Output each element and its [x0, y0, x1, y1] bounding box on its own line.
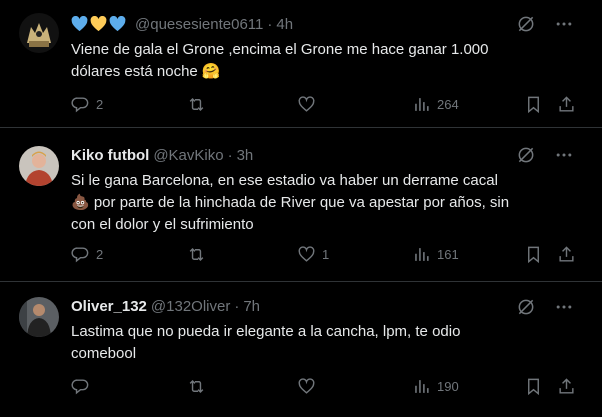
share-icon [559, 95, 574, 112]
avatar[interactable] [19, 297, 59, 337]
like-count: 1 [322, 246, 330, 262]
tweet-header: @quesesiente0611 · 4h [71, 14, 293, 34]
reply-button[interactable] [71, 376, 96, 396]
tweet-text-line: Viene de gala el Grone ,encima el Grone … [71, 41, 489, 58]
blue-heart-icon [71, 16, 88, 32]
retweet-icon [189, 247, 204, 261]
tweet[interactable]: @quesesiente0611 · 4h Viene de gala el G… [0, 0, 602, 128]
tweet-text-line: con el dolor y el sufrimiento [71, 216, 254, 233]
views-button[interactable]: 264 [412, 94, 459, 114]
tweet-text-line: comebool [71, 345, 137, 362]
tweet-text-line: dólares está noche 🤗 [71, 63, 221, 80]
blue-heart-icon [109, 16, 126, 32]
tweet-top-icons [516, 14, 574, 34]
view-count: 190 [437, 378, 459, 394]
reply-button[interactable]: 2 [71, 244, 103, 264]
like-button[interactable]: 1 [297, 244, 329, 264]
more-icon[interactable] [554, 14, 574, 34]
like-icon [298, 377, 315, 394]
tweet-top-icons [516, 297, 574, 317]
reply-feed: @quesesiente0611 · 4h Viene de gala el G… [0, 0, 602, 417]
bookmark-icon [528, 96, 539, 113]
share-icon [559, 377, 574, 394]
tweet-actions: 2 264 [71, 94, 581, 118]
tweet-text-line: 💩 por parte de la hinchada de River que … [71, 194, 510, 211]
tweet[interactable]: Kiko futbol @KavKiko · 3h Si le gana Bar… [0, 128, 602, 282]
grok-icon[interactable] [516, 145, 536, 165]
more-icon[interactable] [554, 297, 574, 317]
bookmark-button[interactable] [524, 244, 543, 264]
avatar[interactable] [19, 13, 59, 53]
retweet-icon [189, 97, 204, 111]
bookmark-button[interactable] [524, 94, 543, 114]
like-icon [298, 95, 315, 112]
timestamp[interactable]: 4h [276, 16, 293, 33]
retweet-button[interactable] [187, 244, 212, 264]
yellow-heart-icon [90, 16, 107, 32]
share-button[interactable] [557, 94, 576, 114]
tweet-actions: 2 1 161 [71, 244, 581, 268]
timestamp[interactable]: 7h [243, 298, 260, 315]
separator-dot: · [227, 146, 233, 164]
grok-icon[interactable] [516, 297, 536, 317]
tweet-text: Lastima que no pueda ir elegante a la ca… [71, 321, 571, 365]
more-icon[interactable] [554, 145, 574, 165]
views-icon [415, 379, 429, 393]
display-name[interactable]: Kiko futbol [71, 147, 149, 164]
separator-dot: · [267, 15, 273, 33]
retweet-icon [189, 379, 204, 393]
separator-dot: · [234, 297, 240, 315]
bookmark-icon [528, 378, 539, 395]
handle[interactable]: @KavKiko [153, 147, 223, 164]
avatar[interactable] [19, 146, 59, 186]
share-button[interactable] [557, 376, 576, 396]
retweet-button[interactable] [187, 376, 212, 396]
display-name[interactable]: Oliver_132 [71, 298, 147, 315]
tweet-text: Viene de gala el Grone ,encima el Grone … [71, 39, 571, 83]
reply-icon [71, 246, 89, 262]
views-icon [415, 247, 429, 261]
share-icon [559, 245, 574, 262]
grok-icon[interactable] [516, 14, 536, 34]
reply-icon [71, 378, 89, 394]
timestamp[interactable]: 3h [237, 147, 254, 164]
view-count: 264 [437, 96, 459, 112]
share-button[interactable] [557, 244, 576, 264]
reply-count: 2 [96, 96, 104, 112]
bookmark-icon [528, 246, 539, 263]
bookmark-button[interactable] [524, 376, 543, 396]
tweet-header: Kiko futbol @KavKiko · 3h [71, 145, 253, 165]
handle[interactable]: @132Oliver [151, 298, 230, 315]
like-button[interactable] [297, 94, 322, 114]
tweet-text: Si le gana Barcelona, en ese estadio va … [71, 170, 571, 236]
reply-button[interactable]: 2 [71, 94, 103, 114]
tweet-text-line: Si le gana Barcelona, en ese estadio va … [71, 172, 498, 189]
views-button[interactable]: 161 [412, 244, 459, 264]
view-count: 161 [437, 246, 459, 262]
like-button[interactable] [297, 376, 322, 396]
reply-count: 2 [96, 246, 104, 262]
handle[interactable]: @quesesiente0611 [135, 16, 263, 33]
tweet-actions: 190 [71, 376, 581, 400]
tweet-text-line: Lastima que no pueda ir elegante a la ca… [71, 323, 461, 340]
name-badges [71, 16, 126, 32]
like-icon [298, 245, 315, 262]
tweet-top-icons [516, 145, 574, 165]
retweet-button[interactable] [187, 94, 212, 114]
reply-icon [71, 96, 89, 112]
views-icon [415, 97, 429, 111]
tweet[interactable]: Oliver_132 @132Oliver · 7h Lastima que n… [0, 282, 602, 417]
views-button[interactable]: 190 [412, 376, 459, 396]
tweet-header: Oliver_132 @132Oliver · 7h [71, 296, 260, 316]
